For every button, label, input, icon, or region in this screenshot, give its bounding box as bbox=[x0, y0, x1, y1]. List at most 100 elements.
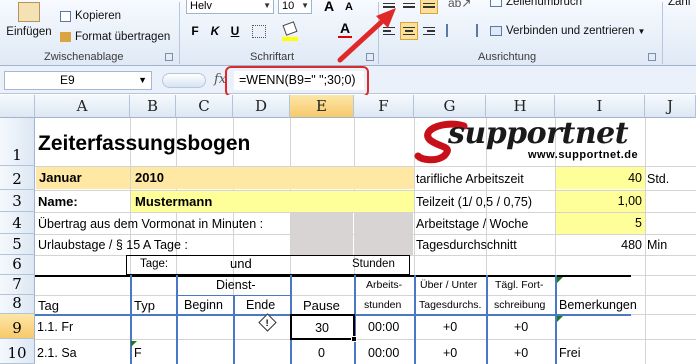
format-painter-label: Format übertragen bbox=[75, 31, 171, 43]
chevron-down-icon: ▼ bbox=[138, 75, 147, 85]
teilzeit-value[interactable]: 1,00 bbox=[556, 191, 645, 212]
wrap-text-button[interactable]: Zeilenumbruch bbox=[490, 0, 582, 8]
name-box[interactable]: E9 ▼ bbox=[4, 71, 152, 90]
col-header-i[interactable]: I bbox=[555, 95, 645, 118]
col-header-h[interactable]: H bbox=[486, 95, 555, 118]
row9-fortschreibung[interactable]: +0 bbox=[514, 320, 528, 334]
comment-indicator bbox=[557, 277, 563, 283]
row10-fortschreibung[interactable]: +0 bbox=[514, 346, 528, 360]
group-separator bbox=[179, 2, 180, 64]
row10-typ[interactable]: F bbox=[134, 346, 142, 360]
logo-wordmark: supportnet bbox=[448, 118, 629, 151]
underline-glyph: U bbox=[230, 24, 240, 38]
name-value: Mustermann bbox=[135, 194, 213, 209]
active-cell-e9[interactable]: 30 bbox=[290, 314, 357, 342]
tagesdurch-value: 480 bbox=[621, 238, 642, 252]
row-header-7[interactable]: 7 bbox=[0, 275, 35, 295]
tagesdurch-label: Tagesdurchschnitt bbox=[416, 238, 517, 252]
name-box-value: E9 bbox=[60, 73, 75, 87]
supportnet-logo: supportnet www.supportnet.de bbox=[412, 118, 682, 166]
align-right-button[interactable] bbox=[420, 22, 438, 40]
paste-icon bbox=[18, 2, 40, 22]
increase-indent-icon[interactable] bbox=[464, 24, 478, 37]
row6-stunden-label: Stunden bbox=[352, 258, 395, 270]
paste-button[interactable]: Einfügen bbox=[4, 2, 54, 48]
row-header-3[interactable]: 3 bbox=[0, 190, 35, 212]
merge-icon bbox=[490, 26, 502, 36]
row-header-8[interactable]: 8 bbox=[0, 294, 35, 314]
row10-ueber-unter[interactable]: +0 bbox=[443, 346, 457, 360]
row9-tag[interactable]: 1.1. Fr bbox=[37, 320, 73, 334]
row-header-1[interactable]: 1 bbox=[0, 118, 35, 166]
uebertrag-input-2[interactable] bbox=[355, 213, 413, 234]
copy-button[interactable]: Kopieren bbox=[60, 10, 121, 22]
merge-center-label: Verbinden und zentrieren bbox=[506, 25, 635, 37]
italic-button[interactable]: K bbox=[206, 22, 224, 40]
underline-button[interactable]: U bbox=[226, 22, 244, 40]
gridline bbox=[35, 295, 696, 296]
col-header-c[interactable]: C bbox=[176, 95, 233, 118]
orientation-icon[interactable]: ab↗ bbox=[448, 0, 471, 10]
format-painter-button[interactable]: Format übertragen bbox=[60, 31, 170, 43]
row-header-9[interactable]: 9 bbox=[0, 314, 35, 339]
name-value-cell[interactable]: Mustermann bbox=[131, 191, 414, 212]
row9-ueber-unter[interactable]: +0 bbox=[443, 320, 457, 334]
col-header-e[interactable]: E bbox=[290, 95, 354, 118]
urlaub-input-1[interactable] bbox=[291, 235, 353, 255]
sheet-title[interactable]: Zeiterfassungsbogen bbox=[38, 132, 250, 156]
tarif-value[interactable]: 40 bbox=[556, 167, 645, 189]
row-header-2[interactable]: 2 bbox=[0, 166, 35, 190]
wrap-text-icon bbox=[490, 0, 502, 7]
row10-bemerkung[interactable]: Frei bbox=[559, 346, 581, 360]
col-header-b[interactable]: B bbox=[130, 95, 176, 118]
highlight-ring bbox=[225, 66, 369, 97]
row-header-10[interactable]: 10 bbox=[0, 339, 35, 364]
urlaub-input-2[interactable] bbox=[355, 235, 413, 255]
urlaub-label: Urlaubstage / § 15 A Tage : bbox=[38, 238, 188, 252]
clipboard-group-label: Zwischenablage bbox=[44, 51, 124, 63]
bold-button[interactable]: F bbox=[186, 22, 204, 40]
col-header-a[interactable]: A bbox=[35, 95, 130, 118]
decrease-indent-icon[interactable] bbox=[446, 24, 460, 37]
warning-icon[interactable]: ! bbox=[258, 313, 277, 332]
border-line bbox=[176, 275, 178, 364]
col-header-d[interactable]: D bbox=[233, 95, 290, 118]
uebertrag-input-1[interactable] bbox=[291, 213, 353, 234]
row10-pause[interactable]: 0 bbox=[318, 346, 325, 360]
align-center-button[interactable] bbox=[400, 22, 418, 40]
select-all-corner[interactable] bbox=[0, 95, 35, 118]
border-line bbox=[486, 275, 488, 364]
arbeitstage-value[interactable]: 5 bbox=[556, 213, 645, 234]
formula-bar-splitter[interactable] bbox=[162, 73, 206, 88]
hdr-tag: Tag bbox=[38, 298, 59, 313]
row-header-6[interactable]: 6 bbox=[0, 255, 35, 275]
merge-center-button[interactable]: Verbinden und zentrieren ▼ bbox=[490, 25, 645, 37]
year-cell[interactable]: 2010 bbox=[131, 167, 414, 189]
clipboard-dialog-launcher[interactable] bbox=[165, 53, 173, 61]
copy-label: Kopieren bbox=[75, 10, 122, 22]
row-header-4[interactable]: 4 bbox=[0, 212, 35, 234]
border-icon[interactable] bbox=[252, 25, 266, 38]
logo-url: www.supportnet.de bbox=[528, 149, 639, 161]
row9-arbeitsstunden[interactable]: 00:00 bbox=[368, 320, 399, 334]
row10-arbeitsstunden[interactable]: 00:00 bbox=[368, 346, 399, 360]
alignment-dialog-launcher[interactable] bbox=[648, 53, 656, 61]
bottom-align-button[interactable] bbox=[420, 0, 438, 14]
border-line bbox=[130, 275, 132, 364]
number-format-combo[interactable]: Zahl bbox=[668, 0, 690, 8]
col-header-g[interactable]: G bbox=[414, 95, 486, 118]
col-header-j[interactable]: J bbox=[645, 95, 696, 118]
row10-tag[interactable]: 2.1. Sa bbox=[37, 346, 77, 360]
fill-handle[interactable] bbox=[351, 336, 357, 342]
name-label: Name: bbox=[38, 194, 78, 209]
hdr-arbeits-2: stunden bbox=[364, 299, 402, 311]
font-name-combo[interactable]: Helv ▼ bbox=[186, 0, 274, 14]
middle-align-button[interactable] bbox=[400, 0, 418, 14]
month-cell[interactable]: Januar bbox=[36, 167, 130, 189]
tarif-value-text: 40 bbox=[628, 171, 642, 185]
col-header-f[interactable]: F bbox=[354, 95, 414, 118]
teilzeit-value-text: 1,00 bbox=[617, 194, 642, 208]
row-header-5[interactable]: 5 bbox=[0, 234, 35, 255]
arbeitstage-value-text: 5 bbox=[635, 216, 642, 230]
teilzeit-label: Teilzeit (1/ 0,5 / 0,75) bbox=[416, 195, 533, 209]
